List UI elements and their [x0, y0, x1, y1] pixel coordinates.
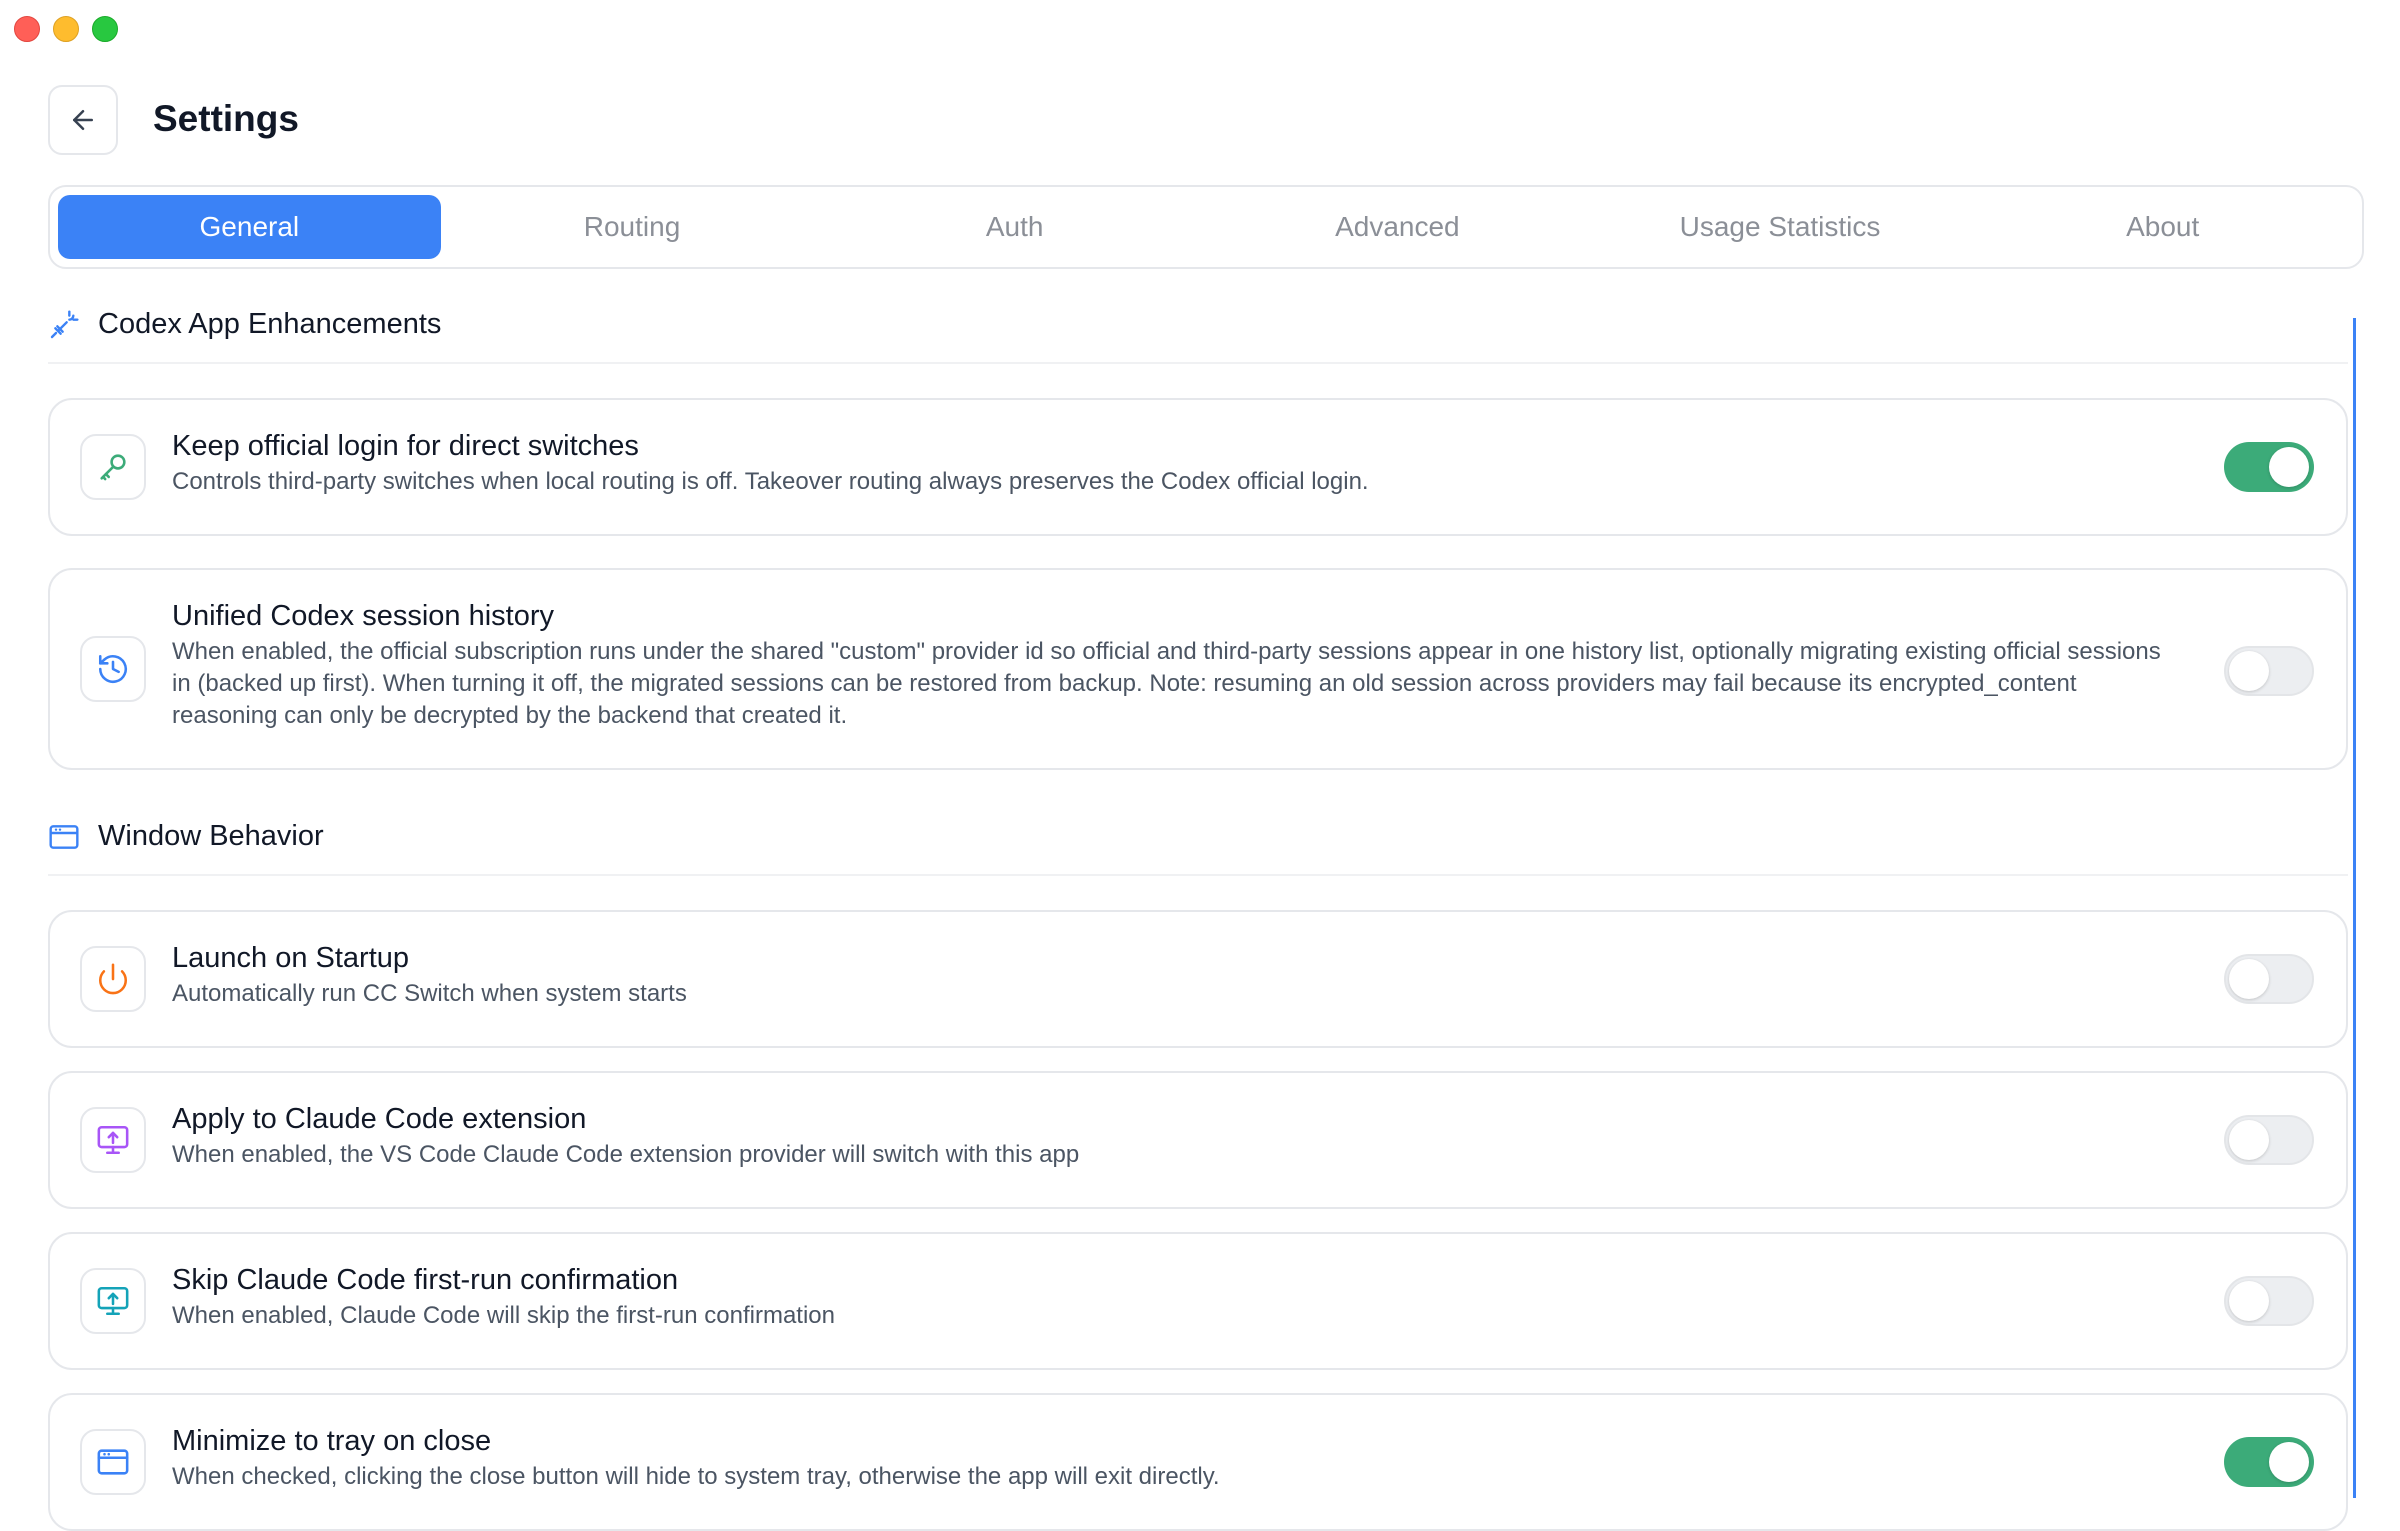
skip-first-run-toggle[interactable]: [2224, 1276, 2314, 1326]
setting-description: When enabled, the official subscription …: [172, 638, 2161, 729]
section-divider: [48, 874, 2348, 876]
monitor-upload-icon: [80, 1268, 146, 1334]
keep-official-login-toggle[interactable]: [2224, 442, 2314, 492]
tab-routing[interactable]: Routing: [441, 195, 824, 259]
setting-card-launch-on-startup: Launch on Startup Automatically run CC S…: [48, 910, 2348, 1048]
window-minimize-button[interactable]: [53, 16, 79, 42]
tab-general[interactable]: General: [58, 195, 441, 259]
power-icon: [80, 946, 146, 1012]
setting-title: Keep official login for direct switches: [172, 430, 639, 462]
page-title: Settings: [153, 98, 299, 139]
setting-title: Minimize to tray on close: [172, 1425, 492, 1457]
setting-card-keep-official-login: Keep official login for direct switches …: [48, 398, 2348, 536]
app-window-icon: [49, 824, 79, 849]
launch-on-startup-toggle[interactable]: [2224, 954, 2314, 1004]
setting-description: When checked, clicking the close button …: [172, 1463, 1220, 1490]
app-window-icon: [80, 1429, 146, 1495]
arrow-left-icon: [73, 110, 93, 130]
setting-description: When enabled, the VS Code Claude Code ex…: [172, 1141, 1080, 1168]
scrollbar[interactable]: [2353, 318, 2356, 1498]
setting-description: Controls third-party switches when local…: [172, 468, 1369, 495]
unified-session-history-toggle[interactable]: [2224, 646, 2314, 696]
settings-tabs: General Routing Auth Advanced Usage Stat…: [48, 185, 2364, 269]
history-icon: [80, 636, 146, 702]
setting-description: When enabled, Claude Code will skip the …: [172, 1302, 835, 1329]
section-header-window: Window Behavior: [48, 820, 324, 853]
key-icon: [80, 434, 146, 500]
setting-card-minimize-to-tray: Minimize to tray on close When checked, …: [48, 1393, 2348, 1531]
apply-claude-extension-toggle[interactable]: [2224, 1115, 2314, 1165]
tab-usage-statistics[interactable]: Usage Statistics: [1589, 195, 1972, 259]
section-title-window: Window Behavior: [98, 820, 324, 852]
section-header-codex: Codex App Enhancements: [48, 308, 441, 341]
setting-card-skip-first-run: Skip Claude Code first-run confirmation …: [48, 1232, 2348, 1370]
back-button[interactable]: [48, 85, 118, 155]
minimize-to-tray-toggle[interactable]: [2224, 1437, 2314, 1487]
window-maximize-button[interactable]: [92, 16, 118, 42]
setting-title: Launch on Startup: [172, 942, 410, 974]
setting-title: Unified Codex session history: [172, 600, 555, 632]
tab-auth[interactable]: Auth: [823, 195, 1206, 259]
wrench-plug-icon: [50, 309, 79, 338]
setting-title: Skip Claude Code first-run confirmation: [172, 1264, 679, 1296]
setting-card-unified-session-history: Unified Codex session history When enabl…: [48, 568, 2348, 770]
window-controls: [14, 16, 118, 42]
setting-title: Apply to Claude Code extension: [172, 1103, 587, 1135]
tab-about[interactable]: About: [1971, 195, 2354, 259]
section-divider: [48, 362, 2348, 364]
window-close-button[interactable]: [14, 16, 40, 42]
setting-card-apply-claude-extension: Apply to Claude Code extension When enab…: [48, 1071, 2348, 1209]
setting-description: Automatically run CC Switch when system …: [172, 980, 687, 1007]
tab-advanced[interactable]: Advanced: [1206, 195, 1589, 259]
monitor-upload-icon: [80, 1107, 146, 1173]
section-title-codex: Codex App Enhancements: [98, 308, 442, 340]
